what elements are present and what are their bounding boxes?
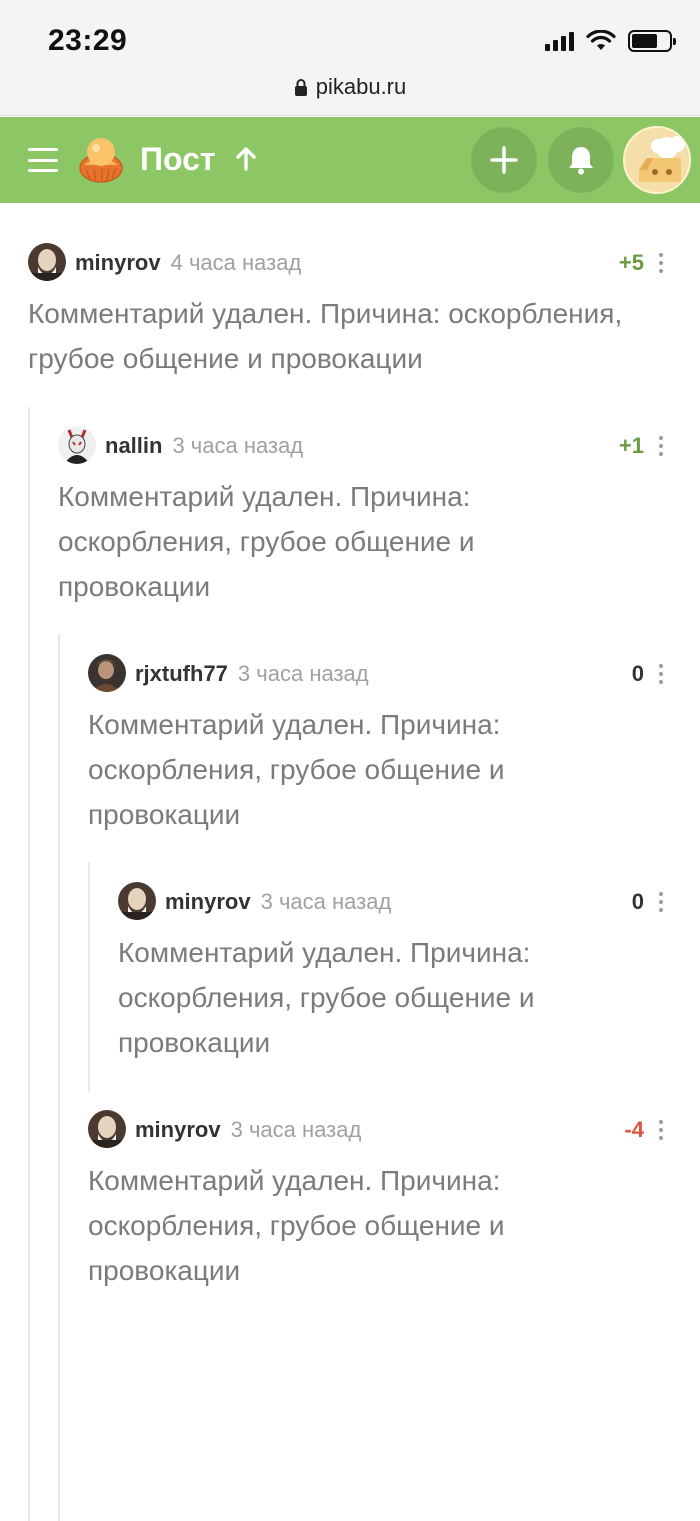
comment-text: Комментарий удален. Причина: оскорбления…: [88, 709, 505, 830]
comment-author[interactable]: nallin 3 часа назад: [105, 433, 303, 459]
avatar[interactable]: [88, 654, 126, 692]
add-post-button[interactable]: [471, 127, 537, 193]
comment: minyrov 3 часа назад -4 Комментарий удале…: [88, 1110, 672, 1293]
comment-rating: 0: [631, 889, 644, 914]
clock: 23:29: [48, 24, 128, 57]
thread-line[interactable]: [58, 634, 60, 1521]
browser-status-bar: 23:29 pikabu.ru: [0, 0, 700, 116]
user-avatar[interactable]: [623, 126, 691, 194]
comment-rating: +5: [618, 250, 644, 275]
plus-icon: [490, 146, 518, 174]
arrow-up-icon[interactable]: [232, 145, 260, 173]
avatar[interactable]: [118, 882, 156, 920]
pikabu-logo-icon[interactable]: [76, 135, 126, 185]
comment-author[interactable]: minyrov 4 часа назад: [75, 250, 301, 276]
comment: rjxtufh77 3 часа назад 0 Комментарий удал…: [88, 654, 672, 837]
comment-time: 3 часа назад: [260, 889, 392, 914]
menu-icon[interactable]: [28, 148, 58, 172]
comment-time: 4 часа назад: [170, 250, 302, 275]
avatar[interactable]: [28, 243, 66, 281]
more-icon[interactable]: [658, 664, 664, 684]
avatar[interactable]: [88, 1110, 126, 1148]
comment-time: 3 часа назад: [230, 1117, 362, 1142]
thread-line[interactable]: [28, 407, 30, 1521]
comment-text: Комментарий удален. Причина: оскорбления…: [88, 1165, 505, 1286]
comment-text: Комментарий удален. Причина: оскорбления…: [28, 298, 623, 374]
page-title: Пост: [140, 141, 216, 177]
notifications-button[interactable]: [548, 127, 614, 193]
more-icon[interactable]: [658, 1120, 664, 1140]
url-text: pikabu.ru: [315, 74, 407, 99]
signal-icon: [545, 31, 574, 51]
comment: nallin 3 часа назад +1 Комментарий удален…: [58, 426, 672, 609]
comment-author[interactable]: minyrov 3 часа назад: [165, 889, 391, 915]
comment-text: Комментарий удален. Причина: оскорбления…: [118, 937, 535, 1058]
more-icon[interactable]: [658, 253, 664, 273]
comment: minyrov 3 часа назад 0 Комментарий удален…: [118, 882, 672, 1065]
wifi-icon: [586, 30, 616, 50]
app-header: Пост: [0, 117, 700, 203]
comment-author[interactable]: minyrov 3 часа назад: [135, 1117, 361, 1143]
comment-rating: 0: [631, 661, 644, 686]
thread-line[interactable]: [88, 862, 90, 1092]
avatar[interactable]: [58, 426, 96, 464]
more-icon[interactable]: [658, 892, 664, 912]
comment-rating: +1: [618, 433, 644, 458]
address-bar[interactable]: pikabu.ru: [0, 74, 700, 100]
lock-icon: [294, 79, 307, 96]
comment-time: 3 часа назад: [172, 433, 304, 458]
status-icons: [545, 30, 676, 52]
comment: minyrov 4 часа назад +5 Комментарий удале…: [28, 243, 672, 381]
comment-text: Комментарий удален. Причина: оскорбления…: [58, 481, 475, 602]
comment-rating: -4: [624, 1117, 644, 1142]
more-icon[interactable]: [658, 436, 664, 456]
comment-author[interactable]: rjxtufh77 3 часа назад: [135, 661, 369, 687]
bell-icon: [569, 147, 593, 175]
comment-time: 3 часа назад: [237, 661, 369, 686]
battery-icon: [628, 30, 676, 52]
